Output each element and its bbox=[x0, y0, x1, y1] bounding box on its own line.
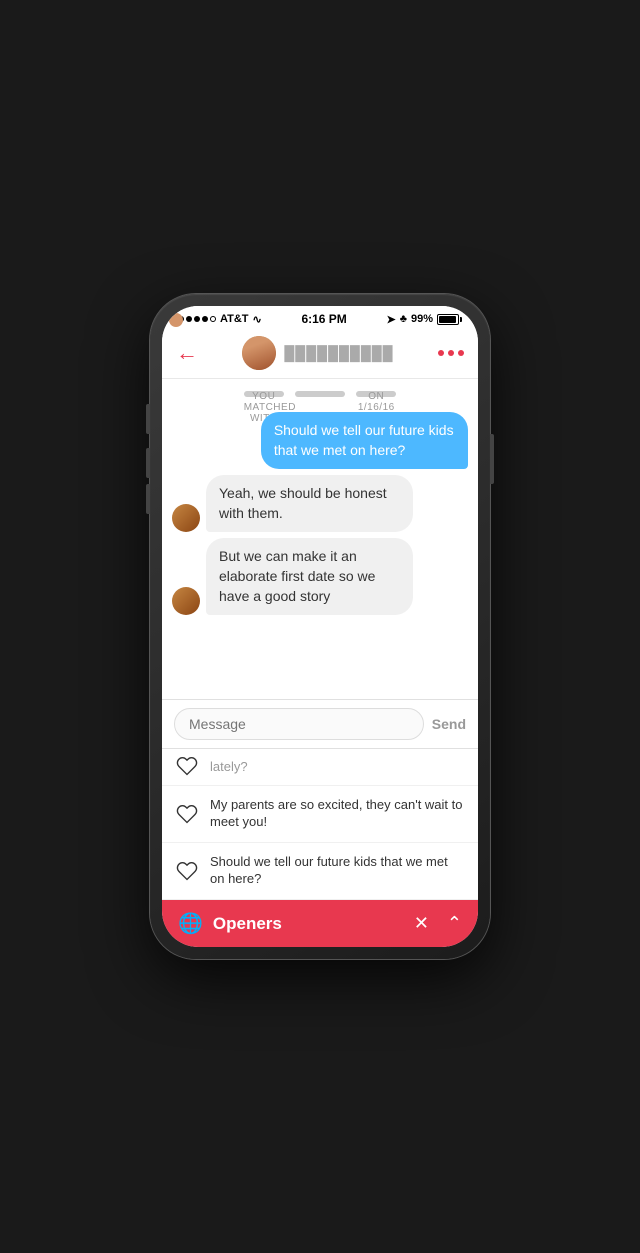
bubble-received-2: But we can make it an elaborate first da… bbox=[206, 538, 413, 615]
name-redacted-bar bbox=[295, 391, 345, 397]
match-notice-text: YOU MATCHED WITH bbox=[244, 391, 284, 397]
clock: 6:16 PM bbox=[301, 312, 346, 326]
status-left: AT&T ∿ bbox=[178, 313, 262, 326]
phone-frame: AT&T ∿ 6:16 PM ➤ ♣ 99% ← bbox=[150, 294, 490, 959]
message-input[interactable] bbox=[174, 708, 424, 740]
suggestions-panel: lately? My parents are so excited, they … bbox=[162, 748, 478, 900]
more-options-button[interactable] bbox=[438, 350, 464, 356]
send-button[interactable]: Send bbox=[432, 716, 466, 732]
signal-dot-5 bbox=[210, 316, 216, 322]
openers-bar: 🌐 Openers ✕ ⌃ bbox=[162, 900, 478, 947]
openers-up-button[interactable]: ⌃ bbox=[447, 913, 462, 934]
heart-icon-2 bbox=[176, 860, 198, 882]
signal-dot-2 bbox=[186, 316, 192, 322]
suggestion-text-1: My parents are so excited, they can't wa… bbox=[210, 797, 464, 831]
openers-close-button[interactable]: ✕ bbox=[414, 913, 429, 934]
avatar-face bbox=[242, 336, 276, 370]
battery-percent: 99% bbox=[411, 313, 433, 325]
wifi-icon: ∿ bbox=[253, 313, 262, 326]
dot-1 bbox=[438, 350, 444, 356]
battery-icon bbox=[437, 314, 462, 325]
carrier-label: AT&T bbox=[220, 313, 249, 325]
chat-area: YOU MATCHED WITH ON 1/16/16 Should we te… bbox=[162, 379, 478, 699]
status-bar: AT&T ∿ 6:16 PM ➤ ♣ 99% bbox=[162, 306, 478, 330]
match-notice: YOU MATCHED WITH ON 1/16/16 bbox=[172, 379, 468, 412]
bubble-sent-1: Should we tell our future kids that we m… bbox=[261, 412, 468, 469]
bubble-received-1: Yeah, we should be honest with them. bbox=[206, 475, 413, 532]
message-row-received-2: But we can make it an elaborate first da… bbox=[172, 538, 468, 615]
partial-suggestion-text: lately? bbox=[210, 759, 248, 774]
nav-bar: ← ██████████ bbox=[162, 330, 478, 379]
suggestion-text-2: Should we tell our future kids that we m… bbox=[210, 854, 464, 888]
message-row-sent: Should we tell our future kids that we m… bbox=[172, 412, 468, 469]
phone-screen: AT&T ∿ 6:16 PM ➤ ♣ 99% ← bbox=[162, 306, 478, 947]
message-input-bar: Send bbox=[162, 699, 478, 748]
openers-label: Openers bbox=[213, 914, 282, 934]
avatar-received-2 bbox=[172, 587, 200, 615]
suggestion-partial[interactable]: lately? bbox=[162, 749, 478, 786]
location-icon: ➤ bbox=[387, 313, 396, 326]
message-row-received-1: Yeah, we should be honest with them. bbox=[172, 475, 468, 532]
openers-right: ✕ ⌃ bbox=[414, 913, 462, 934]
heart-icon-1 bbox=[176, 803, 198, 825]
avatar bbox=[242, 336, 276, 370]
dot-3 bbox=[458, 350, 464, 356]
battery-tip bbox=[460, 317, 462, 322]
dot-2 bbox=[448, 350, 454, 356]
match-date: ON 1/16/16 bbox=[356, 391, 396, 397]
globe-icon: 🌐 bbox=[178, 911, 203, 936]
back-button[interactable]: ← bbox=[176, 340, 198, 366]
bluetooth-icon: ♣ bbox=[400, 313, 407, 325]
suggestion-item-1[interactable]: My parents are so excited, they can't wa… bbox=[162, 786, 478, 843]
signal-dot-3 bbox=[194, 316, 200, 322]
suggestion-item-2[interactable]: Should we tell our future kids that we m… bbox=[162, 843, 478, 900]
status-right: ➤ ♣ 99% bbox=[387, 313, 462, 326]
openers-left: 🌐 Openers bbox=[178, 911, 282, 936]
contact-name: ██████████ bbox=[284, 345, 393, 361]
battery-body bbox=[437, 314, 459, 325]
signal-dot-4 bbox=[202, 316, 208, 322]
battery-fill bbox=[439, 316, 456, 323]
nav-profile[interactable]: ██████████ bbox=[242, 336, 393, 370]
avatar-received-1 bbox=[172, 504, 200, 532]
heart-icon-partial bbox=[176, 755, 198, 777]
signal-strength bbox=[178, 316, 216, 322]
